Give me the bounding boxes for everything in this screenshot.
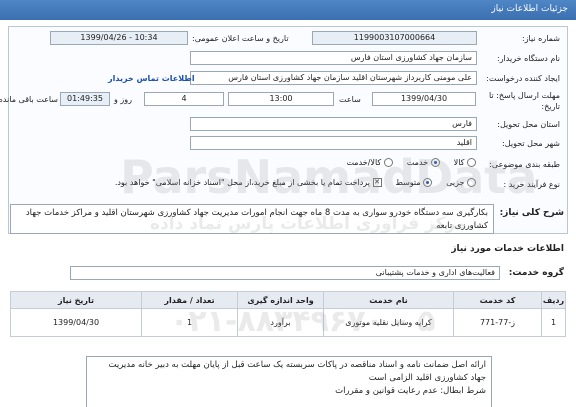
announce-date-field[interactable]: 1399/04/26 - 10:34: [50, 31, 188, 45]
category-radio-group: کالا خدمت کالا/خدمت: [346, 158, 476, 167]
summary-text: بکارگیری سه دستگاه خودرو سواری به مدت 8 …: [10, 204, 494, 234]
process-option-minor[interactable]: جزیی: [446, 178, 476, 187]
col-code: کد خدمت: [453, 291, 542, 309]
checkbox-icon[interactable]: ✕: [372, 178, 382, 187]
city-label: شهر محل تحویل:: [502, 139, 560, 148]
col-qty: تعداد / مقدار: [141, 291, 238, 309]
need-number-label: شماره نیاز:: [522, 34, 560, 43]
remaining-time-label: ساعت باقی مانده: [0, 95, 58, 104]
col-name: نام خدمت: [323, 291, 454, 309]
radio-icon[interactable]: [467, 158, 476, 167]
province-field[interactable]: فارس: [190, 117, 477, 131]
cell-unit: برآورد: [237, 308, 324, 337]
process-radio-group: جزیی متوسط ✕ پرداخت تمام یا بخشی از مبلغ…: [115, 178, 476, 187]
deadline-time-label: ساعت: [339, 95, 361, 104]
table-header-row: ردیف کد خدمت نام خدمت واحد اندازه گیری ت…: [10, 291, 566, 309]
radio-icon[interactable]: [467, 178, 476, 187]
radio-selected-icon[interactable]: [430, 158, 440, 167]
creator-field[interactable]: علی مومنی کاربرداز شهرستان اقلید سازمان …: [190, 71, 477, 85]
service-group-field[interactable]: فعالیت‌های اداری و خدمات پشتیبانی: [70, 266, 500, 280]
page-header: جزئیات اطلاعات نیاز: [0, 0, 576, 20]
province-label: استان محل تحویل:: [497, 120, 560, 129]
days-remaining-field[interactable]: 4: [144, 92, 224, 106]
process-label: نوع فرآیند خرید :: [503, 180, 560, 189]
process-option-medium[interactable]: متوسط: [396, 178, 433, 187]
cell-date: 1399/04/30: [10, 308, 142, 337]
need-number-field[interactable]: 1199003107000664: [312, 31, 477, 45]
creator-label: ایجاد کننده درخواست:: [486, 74, 560, 83]
service-group-label: گروه خدمت:: [508, 268, 564, 278]
radio-icon[interactable]: [383, 158, 393, 167]
cell-qty: 1: [141, 308, 238, 337]
category-label: طبقه بندی موضوعی:: [489, 160, 560, 169]
col-unit: واحد اندازه گیری: [237, 291, 324, 309]
days-label: روز و: [114, 95, 132, 104]
category-option-goods-service[interactable]: کالا/خدمت: [346, 158, 393, 167]
services-table-wrap: ردیف کد خدمت نام خدمت واحد اندازه گیری ت…: [10, 291, 566, 337]
treasury-payment-option[interactable]: ✕ پرداخت تمام یا بخشی از مبلغ خرید،از مح…: [115, 178, 382, 187]
buyer-label: نام دستگاه خریدار:: [497, 54, 560, 63]
deadline-label: مهلت ارسال پاسخ: تا تاریخ:: [488, 91, 560, 111]
services-section-title: اطلاعات خدمات مورد نیاز: [451, 244, 564, 254]
services-table: ردیف کد خدمت نام خدمت واحد اندازه گیری ت…: [10, 291, 566, 337]
category-option-goods[interactable]: کالا: [454, 158, 476, 167]
radio-selected-icon[interactable]: [423, 178, 433, 187]
announce-date-label: تاریخ و ساعت اعلان عمومی:: [192, 34, 289, 43]
deadline-date-field[interactable]: 1399/04/30: [372, 92, 476, 106]
cell-index: 1: [541, 308, 566, 337]
cell-name: کرایه وسایل نقلیه موتوری: [323, 308, 454, 337]
category-option-service[interactable]: خدمت: [407, 158, 440, 167]
cell-code: ز-77-771: [453, 308, 542, 337]
buyer-field[interactable]: سازمان جهاد کشاورزی استان فارس: [190, 51, 477, 65]
buyer-notes: ارائه اصل ضمانت نامه و اسناد مناقصه در پ…: [86, 356, 492, 407]
table-row[interactable]: 1 ز-77-771 کرایه وسایل نقلیه موتوری برآو…: [10, 308, 566, 337]
buyer-contact-link[interactable]: اطلاعات تماس خریدار: [108, 74, 195, 83]
deadline-time-field[interactable]: 13:00: [228, 92, 334, 106]
city-field[interactable]: اقلید: [190, 136, 477, 150]
summary-label: شرح کلی نیاز:: [499, 208, 564, 218]
col-index: ردیف: [541, 291, 566, 309]
remaining-time-field[interactable]: 01:49:35: [60, 92, 110, 106]
col-date: تاریخ نیاز: [10, 291, 142, 309]
